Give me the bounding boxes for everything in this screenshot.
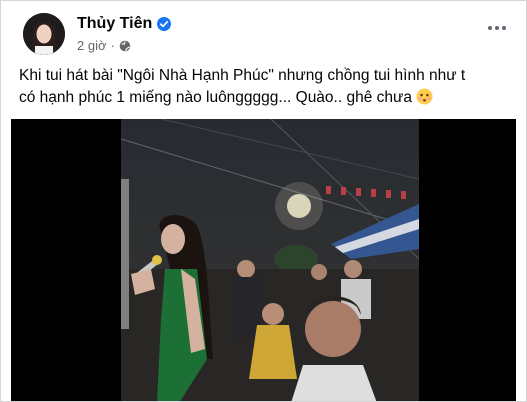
- verified-badge-icon: [157, 17, 172, 31]
- more-options-icon[interactable]: [488, 23, 508, 33]
- video-frame: [121, 119, 419, 401]
- flushed-face-emoji-icon: [416, 88, 433, 105]
- facebook-post: Thủy Tiên 2 giờ · Khi tui hát bài "Ngôi …: [0, 0, 527, 402]
- more-dot: [495, 26, 499, 30]
- post-text: Khi tui hát bài "Ngôi Nhà Hạnh Phúc" như…: [19, 65, 515, 109]
- post-text-line-1: Khi tui hát bài "Ngôi Nhà Hạnh Phúc" như…: [19, 67, 466, 84]
- meta-separator: ·: [110, 38, 115, 53]
- post-meta: 2 giờ ·: [77, 38, 131, 53]
- more-dot: [502, 26, 506, 30]
- avatar-image: [23, 13, 65, 55]
- post-time[interactable]: 2 giờ: [77, 38, 107, 53]
- globe-icon[interactable]: [119, 40, 131, 52]
- post-text-line-2: có hạnh phúc 1 miếng nào luônggggg... Qu…: [19, 87, 515, 109]
- post-video[interactable]: [11, 119, 516, 401]
- more-dot: [488, 26, 492, 30]
- post-header: Thủy Tiên 2 giờ ·: [1, 1, 526, 65]
- post-text-line-2-content: có hạnh phúc 1 miếng nào luônggggg... Qu…: [19, 89, 413, 106]
- author-name[interactable]: Thủy Tiên: [77, 15, 152, 33]
- author-avatar[interactable]: [23, 13, 65, 55]
